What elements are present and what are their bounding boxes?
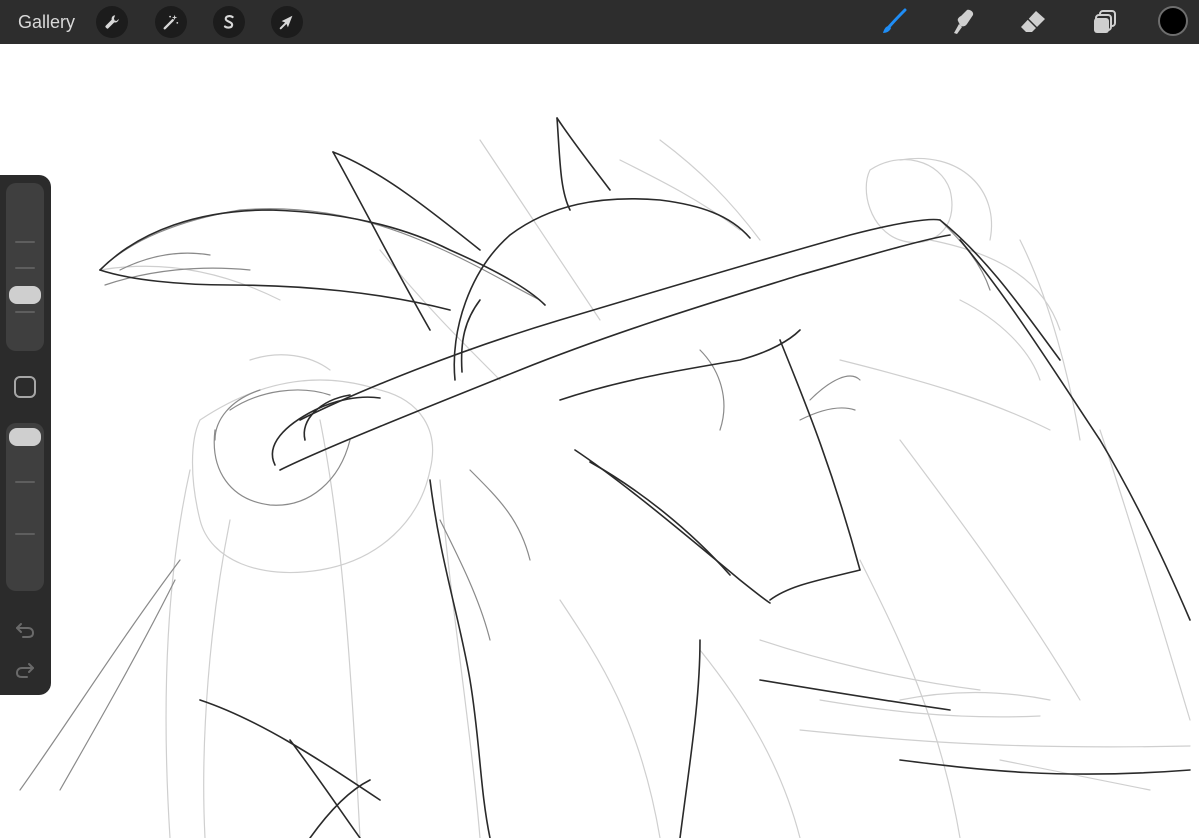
slider-tick: [15, 241, 35, 243]
side-toolbar: [0, 175, 51, 695]
redo-icon: [15, 663, 34, 678]
sketch-artwork: [19, 117, 1191, 838]
smudge-tool-button[interactable]: [946, 6, 980, 38]
opacity-thumb[interactable]: [9, 428, 41, 446]
adjustments-button[interactable]: [155, 6, 187, 38]
brush-icon: [883, 8, 907, 33]
slider-tick: [15, 533, 35, 535]
layers-button[interactable]: [1088, 6, 1122, 38]
undo-icon: [16, 623, 35, 638]
drawing-canvas[interactable]: [0, 44, 1199, 838]
slider-tick: [15, 481, 35, 483]
smudge-icon: [954, 9, 974, 34]
modify-button[interactable]: [14, 376, 36, 398]
redo-button[interactable]: [13, 657, 37, 681]
actions-button[interactable]: [96, 6, 128, 38]
eraser-tool-button[interactable]: [1016, 6, 1050, 38]
slider-tick: [15, 311, 35, 313]
arrow-cursor-icon: [279, 15, 293, 30]
brush-tool-button[interactable]: [876, 6, 910, 38]
wrench-icon: [105, 15, 119, 29]
gallery-button[interactable]: Gallery: [18, 11, 75, 33]
selection-s-icon: [223, 15, 234, 29]
undo-button[interactable]: [13, 617, 37, 641]
brush-size-slider[interactable]: [6, 183, 44, 351]
transform-button[interactable]: [271, 6, 303, 38]
opacity-slider[interactable]: [6, 423, 44, 591]
procreate-app: Gallery: [0, 0, 1199, 838]
slider-tick: [15, 267, 35, 269]
magic-wand-icon: [163, 14, 179, 30]
color-picker-button[interactable]: [1158, 6, 1188, 36]
brush-size-thumb[interactable]: [9, 286, 41, 304]
eraser-icon: [1021, 11, 1045, 32]
top-toolbar: Gallery: [0, 0, 1199, 44]
layers-icon: [1094, 10, 1116, 33]
selection-button[interactable]: [213, 6, 245, 38]
